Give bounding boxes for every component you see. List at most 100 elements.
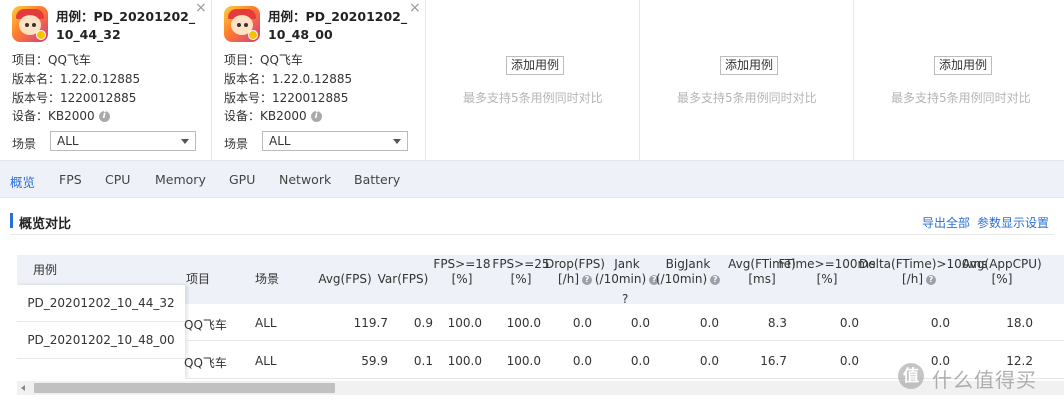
empty-case-slot: 添加用例最多支持5条用例同时对比 bbox=[426, 0, 640, 160]
version-name-info: 版本名：1.22.0.12885 bbox=[224, 72, 353, 86]
app-icon-eye bbox=[25, 23, 29, 27]
table-header-line: Avg(AppCPU) bbox=[962, 257, 1042, 271]
device-text: 设备：KB2000 bbox=[224, 109, 307, 123]
table-cell: 0.0 bbox=[930, 316, 950, 330]
scene-select-value: ALL bbox=[57, 134, 79, 148]
project-info: 项目：QQ飞车 bbox=[224, 53, 303, 67]
version-code-info: 版本号：1220012885 bbox=[224, 91, 349, 105]
add-case-hint: 最多支持5条用例同时对比 bbox=[677, 91, 817, 105]
table-cell: 0.0 bbox=[572, 354, 592, 368]
section-divider bbox=[10, 234, 1054, 235]
fixed-case-column: PD_20201202_10_44_32 PD_20201202_10_48_00 bbox=[17, 285, 185, 379]
watermark-text: 什么值得买 bbox=[932, 368, 1037, 392]
scene-select[interactable]: ALL bbox=[50, 131, 196, 151]
table-cell: 100.0 bbox=[447, 316, 482, 330]
close-icon[interactable]: × bbox=[195, 1, 207, 15]
case-card: 用例：PD_20201202_10_48_00 × 项目：QQ飞车版本名：1.22.… bbox=[212, 0, 426, 160]
table-header-unit: (/10min) bbox=[655, 272, 708, 286]
add-case-button[interactable]: 添加用例 bbox=[934, 56, 993, 75]
table-cell: 0.0 bbox=[699, 316, 719, 330]
table-header-case: 用例 bbox=[33, 263, 58, 277]
table-cell: 59.9 bbox=[361, 354, 388, 368]
app-icon-eye bbox=[237, 23, 241, 27]
device-info: 设备：KB2000 i bbox=[224, 109, 322, 124]
case-title: 用例：PD_20201202_10_44_32 bbox=[56, 9, 196, 42]
table-cell: 100.0 bbox=[506, 354, 541, 368]
table-row-case[interactable]: PD_20201202_10_44_32 bbox=[17, 285, 185, 322]
table-row-divider bbox=[185, 340, 1064, 341]
tab-memory[interactable]: Memory bbox=[155, 172, 206, 187]
tab-overview[interactable]: 概览 bbox=[10, 172, 35, 191]
scene-label: 场景 bbox=[12, 137, 37, 151]
table-cell: ALL bbox=[255, 354, 277, 368]
app-icon-eye bbox=[32, 23, 36, 27]
app-icon-eye bbox=[244, 23, 248, 27]
table-cell: 100.0 bbox=[506, 316, 541, 330]
table-header-unit: [/h] bbox=[901, 272, 923, 286]
add-case-hint: 最多支持5条用例同时对比 bbox=[463, 91, 603, 105]
table-cell: 18.0 bbox=[1006, 316, 1033, 330]
project-info: 项目：QQ飞车 bbox=[12, 53, 91, 67]
table-cell: 0.0 bbox=[839, 316, 859, 330]
add-case-hint: 最多支持5条用例同时对比 bbox=[891, 91, 1031, 105]
table-cell: 0.0 bbox=[630, 316, 650, 330]
table-header-line: [%] bbox=[942, 272, 1062, 287]
version-code-info: 版本号：1220012885 bbox=[12, 91, 137, 105]
info-icon[interactable]: i bbox=[98, 111, 110, 122]
add-case-button[interactable]: 添加用例 bbox=[720, 56, 779, 75]
help-icon[interactable]: ? bbox=[926, 274, 936, 285]
param-settings-link[interactable]: 参数显示设置 bbox=[977, 214, 1049, 231]
export-all-link[interactable]: 导出全部 bbox=[922, 214, 970, 231]
table-cell: QQ飞车 bbox=[184, 318, 227, 332]
table-cell: QQ飞车 bbox=[184, 356, 227, 370]
tab-fps[interactable]: FPS bbox=[59, 172, 82, 187]
watermark-logo: 值 bbox=[898, 363, 924, 389]
table-cell: 16.7 bbox=[760, 354, 787, 368]
app-icon bbox=[12, 6, 48, 42]
app-icon bbox=[224, 6, 260, 42]
table-cell: 0.0 bbox=[839, 354, 859, 368]
close-icon[interactable]: × bbox=[409, 1, 421, 15]
empty-case-slot: 添加用例最多支持5条用例同时对比 bbox=[640, 0, 854, 160]
table-cell: ALL bbox=[255, 316, 277, 330]
table-cell: 0.0 bbox=[630, 354, 650, 368]
case-cards: 用例：PD_20201202_10_44_32 × 项目：QQ飞车 版本名：1.22.… bbox=[0, 0, 1064, 160]
chevron-down-icon bbox=[393, 139, 401, 144]
tab-battery[interactable]: Battery bbox=[354, 172, 400, 187]
table-cell: 8.3 bbox=[767, 316, 787, 330]
scene-label: 场景 bbox=[224, 137, 249, 151]
case-title: 用例：PD_20201202_10_48_00 bbox=[268, 9, 408, 42]
table-cell: 0.1 bbox=[413, 354, 433, 368]
version-name-info: 版本名：1.22.0.12885 bbox=[12, 72, 141, 86]
table-header-unit: [%] bbox=[991, 272, 1013, 286]
info-icon[interactable]: i bbox=[310, 111, 322, 122]
table-cell: 0.9 bbox=[413, 316, 433, 330]
tab-cpu[interactable]: CPU bbox=[105, 172, 130, 187]
table-header-cell: Avg(AppCPU) [%] bbox=[942, 257, 1062, 287]
device-text: 设备：KB2000 bbox=[12, 109, 95, 123]
tab-network[interactable]: Network bbox=[279, 172, 331, 187]
table-cell: 0.0 bbox=[699, 354, 719, 368]
table-cell: 100.0 bbox=[447, 354, 482, 368]
tab-gpu[interactable]: GPU bbox=[229, 172, 255, 187]
scrollbar-thumb[interactable] bbox=[34, 383, 335, 393]
scene-select-value: ALL bbox=[269, 134, 291, 148]
section-accent-bar bbox=[10, 213, 13, 228]
scroll-left-icon[interactable] bbox=[21, 385, 25, 391]
overview-table: 用例 项目 场景 Avg(FPS) Var(FPS) FPS>=18 [%] FPS>=25[… bbox=[17, 255, 1064, 379]
device-info: 设备：KB2000 i bbox=[12, 109, 110, 124]
app-icon-badge bbox=[248, 30, 258, 40]
chevron-down-icon bbox=[181, 139, 189, 144]
table-cell: 0.0 bbox=[572, 316, 592, 330]
table-header-unit: [%] bbox=[816, 272, 838, 286]
section-title: 概览对比 bbox=[19, 217, 72, 232]
table-row-case[interactable]: PD_20201202_10_48_00 bbox=[17, 322, 185, 359]
add-case-button[interactable]: 添加用例 bbox=[506, 56, 565, 75]
app-icon-badge bbox=[36, 30, 46, 40]
scene-select[interactable]: ALL bbox=[262, 131, 408, 151]
empty-case-slot: 添加用例最多支持5条用例同时对比 bbox=[854, 0, 1064, 160]
help-icon[interactable]: ? bbox=[622, 292, 628, 306]
case-card: 用例：PD_20201202_10_44_32 × 项目：QQ飞车版本名：1.22.… bbox=[0, 0, 212, 160]
metric-tabs: 概览 FPS CPU Memory GPU Network Battery bbox=[0, 160, 1064, 198]
table-cell: 119.7 bbox=[353, 316, 388, 330]
